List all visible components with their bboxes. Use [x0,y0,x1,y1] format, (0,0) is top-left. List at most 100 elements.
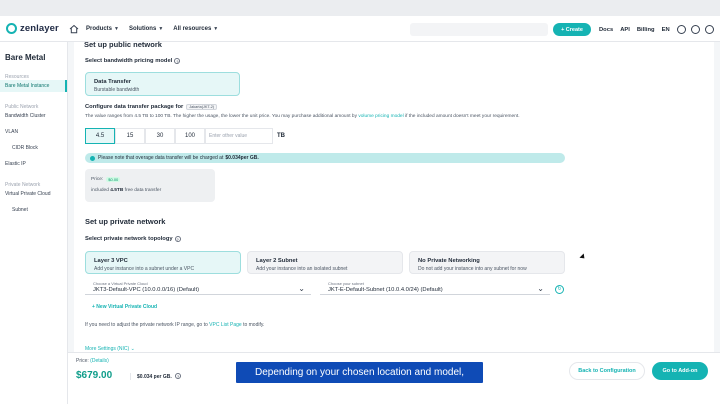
menu-all-resources-label: All resources [173,25,212,32]
topology-label: Select private network topology ? [85,236,181,242]
top-links: Docs API Billing EN [599,25,719,34]
vpc-select[interactable]: Choose a Virtual Private Cloud JKT3-Defa… [85,281,311,295]
help-icon[interactable]: ? [174,58,181,64]
back-to-configuration-button[interactable]: Back to Configuration [569,362,645,380]
pricing-option-subtitle: Burstable bandwidth [94,87,140,93]
private-network-heading: Set up private network [85,217,166,226]
topology-option-subtitle: Add your instance into a subnet under a … [94,266,195,272]
package-option-30[interactable]: 30 [145,128,175,144]
public-price-badge: $0.00 [106,177,121,182]
included-amount: 4.5TB [110,188,124,193]
sidebar-item-bare-metal-instance[interactable]: Bare Metal Instance [0,80,67,92]
chevron-down-icon: ▼ [213,25,219,32]
package-description-text: The value ranges from 4.5 TB to 100 TB. … [85,114,357,119]
topology-option-subtitle: Do not add your instance into any subnet… [418,266,527,272]
sidebar-title: Bare Metal [5,53,46,62]
subnet-select-label: Choose your subnet [328,281,364,286]
pricing-option-title: Data Transfer [94,79,132,85]
bell-icon[interactable] [676,25,686,34]
new-vpc-link[interactable]: + New Virtual Private Cloud [92,304,157,310]
topology-option-title: Layer 3 VPC [94,258,128,264]
topology-option-layer2-subnet[interactable]: Layer 2 Subnet Add your instance into an… [247,251,403,274]
per-gb-price-text: $0.034 per GB. [137,374,172,380]
help-icon[interactable]: ? [175,373,182,379]
other-value-input[interactable]: Enter other value [205,128,273,144]
sidebar-item-bandwidth-cluster[interactable]: Bandwidth Cluster [5,110,67,122]
volume-pricing-link[interactable]: volume pricing model [358,114,403,119]
menu-solutions-label: Solutions [128,25,157,32]
sidebar-item-elastic-ip[interactable]: Elastic IP [5,158,67,170]
topology-option-subtitle: Add your instance into an isolated subne… [256,266,348,272]
pricing-model-label: Select bandwidth pricing model ? [85,58,181,64]
package-option-15[interactable]: 15 [115,128,145,144]
overage-notice-text: Please note that overage data transfer w… [98,155,224,161]
footer-price-label: Price: (Details) [76,358,109,364]
included-transfer-line: included 4.5TB free data transfer [91,188,161,193]
menu-all-resources[interactable]: All resources ▼ [173,26,218,32]
public-price-label: Price: [91,177,104,182]
video-caption: Depending on your chosen location and mo… [236,362,483,383]
subnet-select[interactable]: Choose your subnet JKT-E-Default-Subnet … [320,281,550,295]
main-menu: Products ▼ Solutions ▼ All resources ▼ [86,26,228,32]
pricing-option-data-transfer[interactable]: Data Transfer Burstable bandwidth [85,72,240,96]
info-icon [90,155,95,161]
total-price: $679.00 [76,370,113,381]
package-description-tail: if the included amount doesn't meet your… [405,114,520,119]
sidebar-item-cidr-block[interactable]: CIDR Block [12,142,67,154]
sidebar: Bare Metal Resources Bare Metal Instance… [0,42,68,404]
menu-products[interactable]: Products ▼ [86,26,119,32]
public-network-heading: Set up public network [84,40,162,49]
menu-solutions[interactable]: Solutions ▼ [129,26,163,32]
go-to-addon-button[interactable]: Go to Add-on [652,362,708,380]
help-icon[interactable]: ? [174,236,181,242]
vpc-adjust-tail: to modify. [243,322,265,328]
footer-price-label-text: Price: [76,358,89,364]
sidebar-item-subnet[interactable]: Subnet [12,204,67,216]
topology-option-layer3-vpc[interactable]: Layer 3 VPC Add your instance into a sub… [85,251,241,274]
package-option-100[interactable]: 100 [175,128,205,144]
topology-option-title: Layer 2 Subnet [256,258,298,264]
create-button[interactable]: + Create [553,23,591,36]
package-selector: 4.5 15 30 100 Enter other value TB [85,128,285,144]
package-option-4-5[interactable]: 4.5 [85,128,115,144]
brand-name: zenlayer [20,23,59,34]
overage-price: $0.034per GB. [225,155,259,161]
topology-label-text: Select private network topology [85,236,173,242]
topology-option-no-private[interactable]: No Private Networking Do not add your in… [409,251,565,274]
search-input[interactable] [410,23,548,36]
package-label: Configure data transfer package for Jaka… [85,104,218,110]
zenlayer-logo-icon [6,23,17,34]
chevron-down-icon: ▼ [114,25,119,32]
chevron-down-icon: ▼ [158,25,164,32]
refresh-icon[interactable]: ↻ [555,285,564,294]
home-icon[interactable] [68,23,80,35]
chevron-down-icon: ⌄ [298,284,305,293]
docs-link[interactable]: Docs [599,27,613,33]
public-price-line: Price: $0.00 [91,177,121,182]
api-link[interactable]: API [620,27,630,33]
vpc-list-page-link[interactable]: VPC List Page [209,322,242,328]
main-content: Set up public network Select bandwidth p… [68,40,720,404]
zenlayer-logo[interactable]: zenlayer [6,23,64,34]
menu-products-label: Products [86,25,113,32]
pricing-model-label-text: Select bandwidth pricing model [85,58,173,64]
language-switch[interactable]: EN [662,27,670,33]
per-gb-price: $0.034 per GB. ? [130,373,182,380]
sidebar-item-vlan[interactable]: VLAN [5,126,67,138]
network-config-card: Set up public network Select bandwidth p… [74,40,714,392]
top-edge-strip [0,0,720,16]
vpc-adjust-text: If you need to adjust the private networ… [85,322,208,328]
package-description: The value ranges from 4.5 TB to 100 TB. … [85,114,520,119]
public-price-box: Price: $0.00 included 4.5TB free data tr… [85,169,215,202]
headset-icon[interactable] [690,25,700,34]
price-details-link[interactable]: (Details) [90,358,109,364]
location-tag: Jakarta(JKT-2) [186,104,218,110]
sidebar-item-virtual-private-cloud[interactable]: Virtual Private Cloud [5,188,67,200]
package-unit: TB [277,133,285,139]
topology-option-title: No Private Networking [418,258,480,264]
user-icon[interactable] [704,25,714,34]
chevron-down-icon: ⌄ [537,284,544,293]
vpc-select-value: JKT3-Default-VPC (10.0.0.0/16) (Default) [93,287,199,293]
vpc-select-label: Choose a Virtual Private Cloud [93,281,148,286]
billing-link[interactable]: Billing [637,27,655,33]
